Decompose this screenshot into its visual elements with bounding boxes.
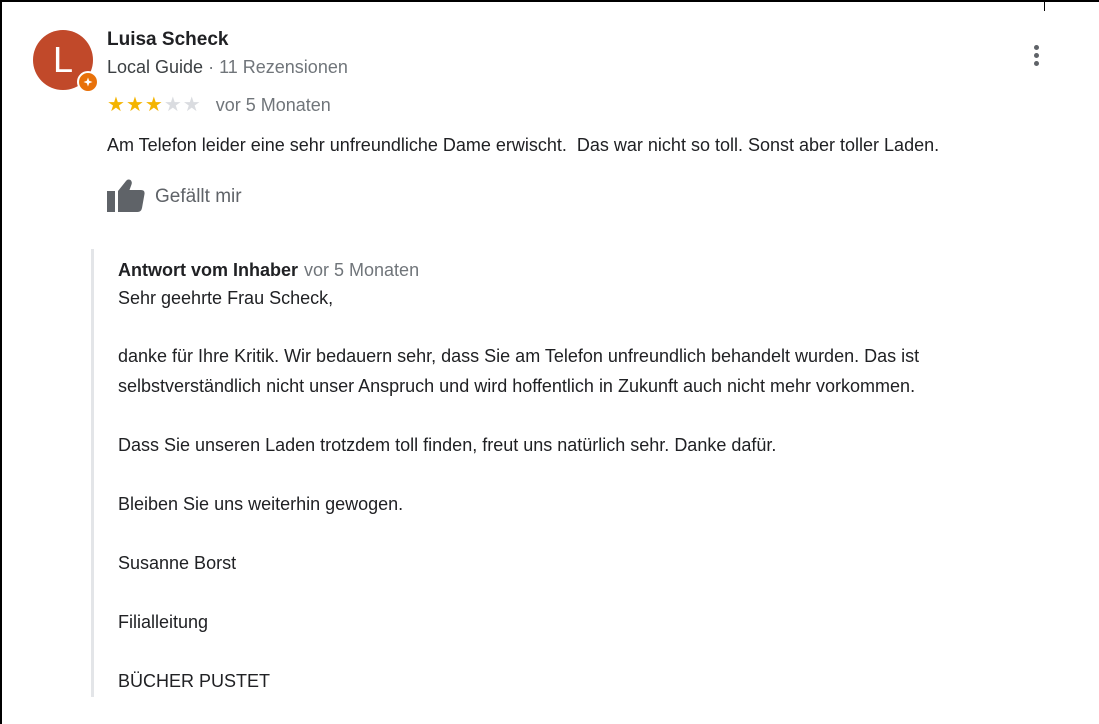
review-count: · 11 Rezensionen [208, 57, 348, 77]
star-filled-icon: ★ [107, 93, 125, 116]
reply-signature-name: Susanne Borst [118, 553, 237, 573]
avatar-initial: L [52, 39, 74, 80]
thumbs-up-icon [107, 178, 145, 217]
more-vertical-icon [1033, 44, 1039, 50]
owner-reply-time: vor 5 Monaten [304, 260, 420, 280]
review-text: Am Telefon leider eine sehr unfreundlich… [107, 135, 940, 155]
divider [1044, 0, 1045, 11]
reply-line: Dass Sie unseren Laden trotzdem toll fin… [118, 435, 777, 455]
reviewer-meta: Local Guide · 11 Rezensionen [107, 57, 348, 78]
star-filled-icon: ★ [144, 93, 163, 116]
owner-reply-label: Antwort vom Inhaber [118, 260, 299, 280]
reply-line: danke für Ihre Kritik. Wir bedauern sehr… [118, 346, 920, 366]
review-time: vor 5 Monaten [215, 94, 331, 115]
star-empty-icon: ★ [182, 93, 201, 116]
reply-line: Sehr geehrte Frau Scheck, [118, 288, 334, 308]
reply-line: Bleiben Sie uns weiterhin gewogen. [118, 494, 404, 514]
stars: ★★★★★ [107, 95, 202, 116]
star-empty-icon: ★ [163, 93, 182, 116]
reply-signature-role: Filialleitung [118, 612, 209, 632]
like-button[interactable]: Gefällt mir [107, 178, 242, 217]
owner-reply: Antwort vom Inhaber vor 5 Monaten Sehr ge… [91, 249, 1081, 697]
reviewer-name[interactable]: Luisa Scheck [107, 29, 228, 51]
local-guide-badge-icon [77, 71, 99, 93]
reply-signature-company: BÜCHER PUSTET [118, 671, 271, 691]
local-guide-label: Local Guide [107, 57, 204, 77]
like-label: Gefällt mir [155, 186, 242, 207]
more-options-button[interactable] [1026, 40, 1046, 70]
star-filled-icon: ★ [125, 93, 144, 116]
star-rating: ★★★★★ vor 5 Monaten [107, 93, 331, 117]
reply-line: selbstverständlich nicht unser Anspruch … [118, 376, 916, 396]
owner-reply-header: Antwort vom Inhaber vor 5 Monaten [118, 260, 419, 281]
